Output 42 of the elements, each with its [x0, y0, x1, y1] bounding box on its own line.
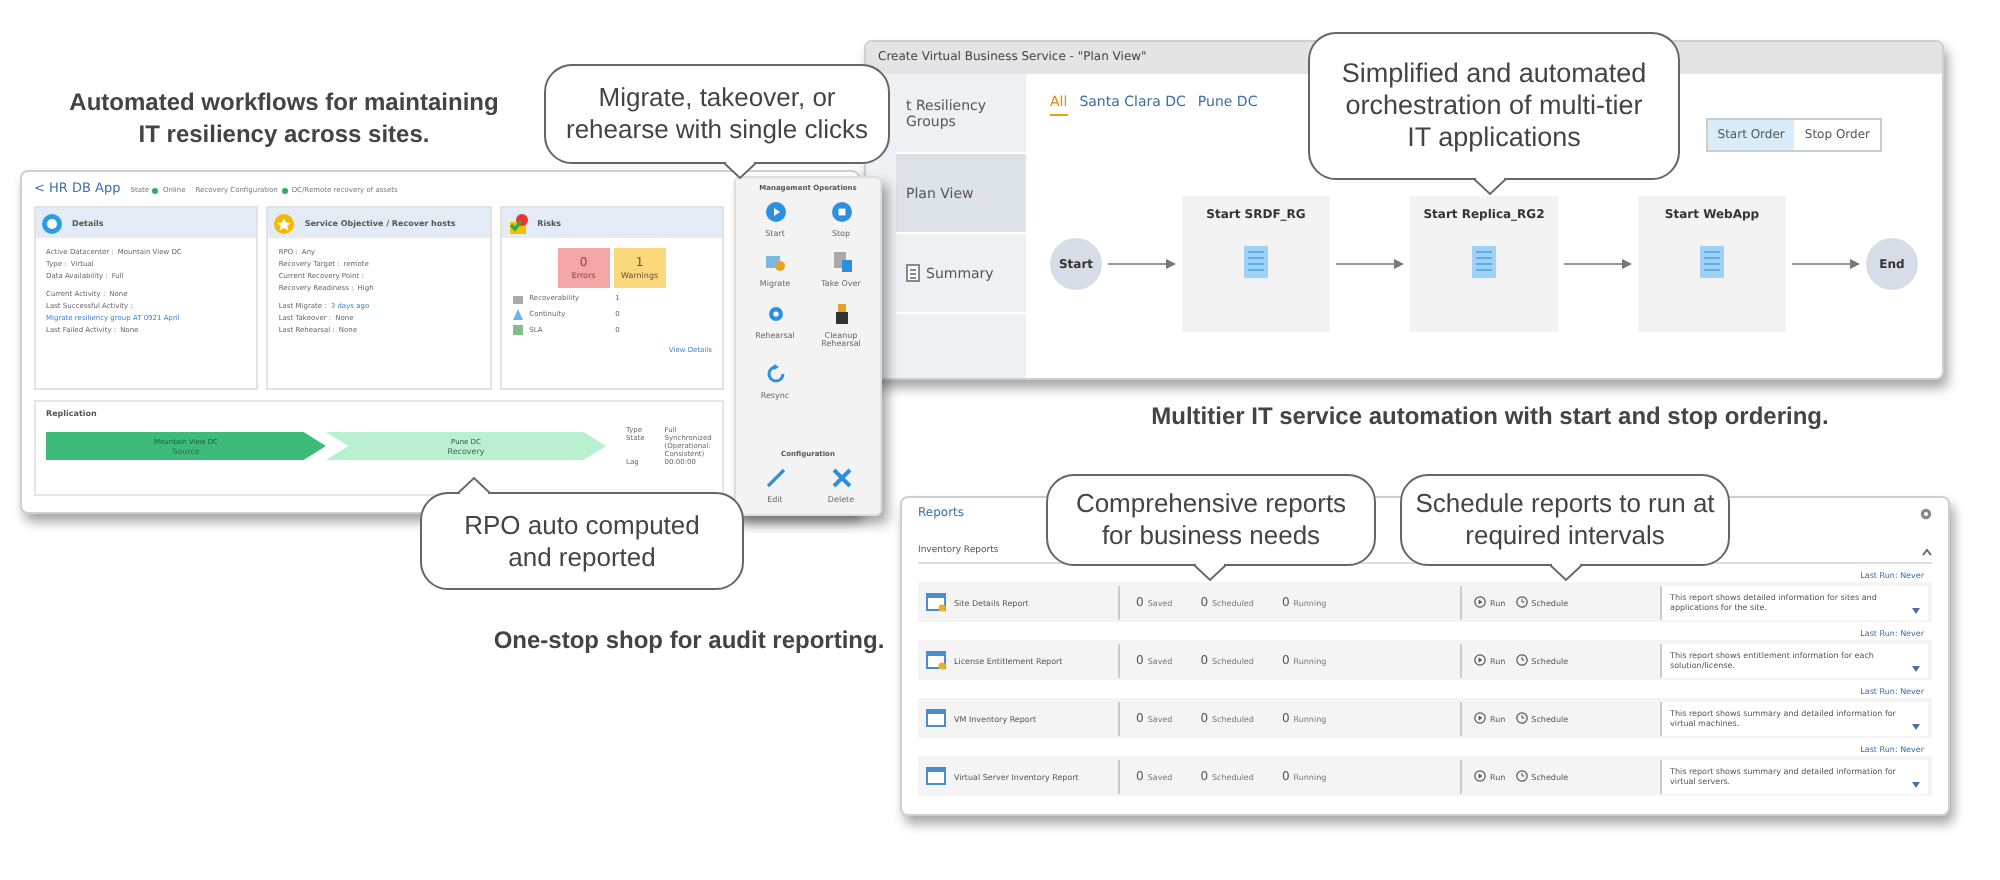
info-icon: [42, 213, 62, 233]
clock-icon: [1515, 770, 1528, 782]
arrow: [1108, 258, 1176, 270]
alert-icon: [507, 213, 528, 233]
play-icon: [1474, 770, 1486, 782]
settings-icon: [1920, 507, 1932, 519]
caret-down-icon: [1912, 665, 1920, 671]
play-icon: [1474, 596, 1486, 608]
callout-text: RPO auto computed and reported: [462, 509, 702, 573]
close-icon: [831, 467, 851, 488]
arrow: [1792, 258, 1860, 270]
stop-icon: [831, 202, 851, 222]
report-icon: [926, 708, 946, 728]
list-icon: [1700, 246, 1724, 278]
refresh-icon: [765, 363, 785, 384]
play-icon: [1474, 712, 1486, 724]
caption: Automated workflows for maintaining IT resiliency across sites.: [67, 88, 501, 151]
arrow: [1564, 258, 1632, 270]
caret-down-icon: [1912, 723, 1920, 729]
arrow: [1336, 258, 1404, 270]
caret-down-icon: [1912, 781, 1920, 787]
target-icon: [765, 303, 785, 324]
clock-icon: [1515, 712, 1528, 724]
report-icon: [926, 592, 946, 612]
caption: Multitier IT service automation with start and stop ordering.: [1149, 402, 1831, 434]
star-icon: [274, 213, 295, 233]
play-icon: [1474, 654, 1486, 666]
callout-text: Comprehensive reports for business needs: [1073, 488, 1349, 552]
list-icon: [1244, 246, 1268, 278]
callout-text: Migrate, takeover, or rehearse with single clicks: [566, 82, 868, 146]
report-icon: [926, 650, 946, 670]
document-icon: [906, 264, 920, 282]
chevron-up-icon: [1922, 547, 1932, 555]
report-icon: [926, 766, 946, 786]
clock-icon: [1515, 654, 1528, 666]
list-icon: [1472, 246, 1496, 278]
clock-icon: [1515, 596, 1528, 608]
pencil-icon: [765, 467, 785, 488]
caret-down-icon: [1912, 607, 1920, 613]
caption: One-stop shop for audit reporting.: [491, 626, 887, 658]
callout-text: Schedule reports to run at required intervals: [1413, 488, 1717, 552]
play-icon: [765, 202, 785, 222]
